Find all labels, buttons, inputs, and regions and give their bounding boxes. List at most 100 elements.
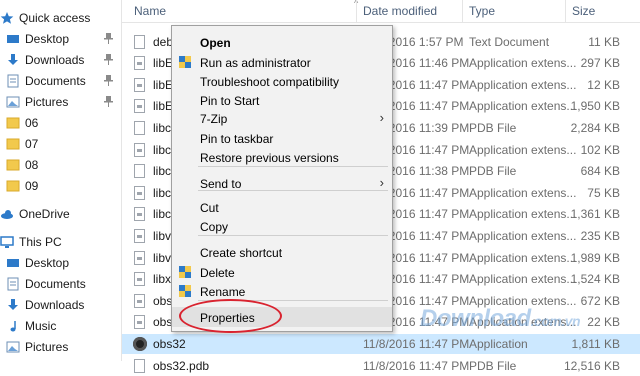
menu-item-label: Rename xyxy=(200,285,246,299)
star-icon xyxy=(0,11,14,25)
sidebar-item-label: Pictures xyxy=(25,95,69,109)
file-icon xyxy=(134,250,145,265)
file-name: obs xyxy=(153,293,173,308)
menu-item-7-zip[interactable]: 7-Zip › xyxy=(172,108,392,128)
file-size: 1,950 KB xyxy=(570,99,620,114)
sidebar-item-desktop[interactable]: Desktop xyxy=(0,253,121,273)
sidebar-item-08[interactable]: 08 xyxy=(0,155,121,175)
menu-item-properties[interactable]: Properties xyxy=(172,307,392,327)
folder-icon xyxy=(6,158,20,172)
file-size: 1,524 KB xyxy=(570,272,620,287)
menu-item-restore-previous-versions[interactable]: Restore previous versions xyxy=(172,147,392,167)
file-name: libx xyxy=(153,272,172,287)
file-name: libE xyxy=(153,99,174,114)
file-name: obs xyxy=(153,315,173,330)
file-size: 684 KB xyxy=(580,164,620,179)
sidebar-item-label: 07 xyxy=(25,137,39,151)
file-name: libc xyxy=(153,185,172,200)
sidebar-item-pictures[interactable]: Pictures xyxy=(0,92,121,112)
sidebar-item-downloads[interactable]: Downloads xyxy=(0,50,121,70)
music-icon xyxy=(6,319,20,333)
folder-icon xyxy=(6,116,20,130)
pin-icon[interactable] xyxy=(104,75,113,89)
sidebar-item-label: Downloads xyxy=(25,298,85,312)
menu-item-label: 7-Zip xyxy=(200,112,228,126)
submenu-arrow-icon: › xyxy=(379,175,384,190)
file-name: libc xyxy=(153,207,172,222)
file-size: 22 KB xyxy=(587,315,620,330)
sidebar-item-desktop[interactable]: Desktop xyxy=(0,29,121,49)
menu-item-copy[interactable]: Copy xyxy=(172,216,392,236)
sidebar-item-this-pc[interactable]: This PC xyxy=(0,232,121,252)
menu-item-label: Open xyxy=(200,36,231,50)
pictures-icon xyxy=(6,95,20,109)
file-row[interactable] xyxy=(122,0,640,8)
menu-item-label: Restore previous versions xyxy=(200,151,339,165)
sidebar-item-label: Downloads xyxy=(25,53,85,67)
sidebar-item-music[interactable]: Music xyxy=(0,316,121,336)
menu-item-pin-to-start[interactable]: Pin to Start xyxy=(172,90,392,110)
file-icon xyxy=(134,142,145,157)
menu-item-label: Run as administrator xyxy=(200,56,311,70)
menu-item-run-as-administrator[interactable]: Run as administrator xyxy=(172,52,392,72)
sidebar-item-label: Desktop xyxy=(25,256,70,270)
file-size: 2,284 KB xyxy=(570,121,620,135)
file-icon xyxy=(134,229,145,243)
file-size: 672 KB xyxy=(580,293,620,308)
file-row[interactable]: obs32.pdb 11/8/2016 11:47 PM PDB File 12,51… xyxy=(122,356,640,376)
file-icon xyxy=(134,293,145,308)
file-size: 11 KB xyxy=(588,34,620,49)
sidebar-item-documents[interactable]: Documents xyxy=(0,71,121,91)
sidebar-item-pictures[interactable]: Pictures xyxy=(0,337,121,357)
file-type: Application xyxy=(469,337,528,351)
menu-item-label: Copy xyxy=(200,220,229,234)
menu-item-send-to[interactable]: Send to › xyxy=(172,173,392,193)
uac-shield-icon xyxy=(178,284,192,298)
menu-item-label: Pin to Start xyxy=(200,94,260,108)
file-size: 102 KB xyxy=(580,142,620,157)
sidebar-item-label: OneDrive xyxy=(19,207,70,221)
file-row[interactable]: obs32 11/8/2016 11:47 PM Application 1,811 … xyxy=(122,334,640,354)
file-type: Application extens... xyxy=(469,229,577,243)
menu-item-label: Pin to taskbar xyxy=(200,132,274,146)
file-name: libE xyxy=(153,56,174,71)
file-type: Application extens... xyxy=(469,207,577,222)
file-date: 11/8/2016 11:47 PM xyxy=(363,337,470,351)
file-size: 235 KB xyxy=(580,229,620,243)
cloud-icon xyxy=(0,207,14,221)
sidebar-item-quick-access[interactable]: Quick access xyxy=(0,8,121,28)
sidebar-item-07[interactable]: 07 xyxy=(0,134,121,154)
context-menu: Open Run as administrator Troubleshoot com… xyxy=(171,25,393,332)
navigation-pane: Quick access Desktop Downloads Documents Pic… xyxy=(0,0,122,361)
uac-shield-icon xyxy=(178,265,192,279)
menu-item-open[interactable]: Open xyxy=(172,32,392,52)
menu-item-troubleshoot-compatibility[interactable]: Troubleshoot compatibility xyxy=(172,71,392,91)
computer-icon xyxy=(0,235,14,249)
file-icon xyxy=(134,121,145,135)
sidebar-item-09[interactable]: 09 xyxy=(0,176,121,196)
menu-item-label: Troubleshoot compatibility xyxy=(200,75,339,89)
file-type: Text Document xyxy=(469,34,550,49)
menu-item-delete[interactable]: Delete xyxy=(172,262,392,282)
uac-shield-icon xyxy=(178,55,192,69)
sidebar-item-label: Documents xyxy=(25,277,86,291)
menu-item-create-shortcut[interactable]: Create shortcut xyxy=(172,242,392,262)
sidebar-item-downloads[interactable]: Downloads xyxy=(0,295,121,315)
menu-item-label: Delete xyxy=(200,266,235,280)
menu-item-cut[interactable]: Cut xyxy=(172,197,392,217)
file-icon xyxy=(134,315,145,330)
pin-icon[interactable] xyxy=(104,54,113,68)
menu-item-pin-to-taskbar[interactable]: Pin to taskbar xyxy=(172,128,392,148)
pin-icon[interactable] xyxy=(104,33,113,47)
pin-icon[interactable] xyxy=(104,96,113,110)
menu-item-label: Cut xyxy=(200,201,219,215)
sidebar-item-onedrive[interactable]: OneDrive xyxy=(0,204,121,224)
menu-item-label: Create shortcut xyxy=(200,246,283,260)
sidebar-item-documents[interactable]: Documents xyxy=(0,274,121,294)
file-size: 12 KB xyxy=(587,77,620,92)
file-type: Application extens... xyxy=(469,185,577,200)
sidebar-item-label: Documents xyxy=(25,74,86,88)
sidebar-item-06[interactable]: 06 xyxy=(0,113,121,133)
menu-item-rename[interactable]: Rename xyxy=(172,281,392,301)
file-name: libE xyxy=(153,77,174,92)
